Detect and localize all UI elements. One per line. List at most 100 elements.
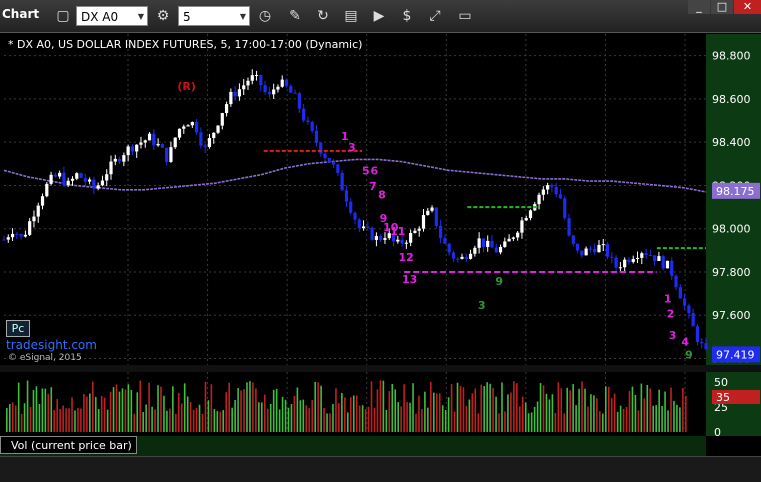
volume-bar xyxy=(17,382,20,432)
volume-bar xyxy=(106,409,109,432)
candle-body xyxy=(430,207,434,211)
candle-body xyxy=(190,122,194,126)
candle-body xyxy=(687,305,691,314)
signal-annotation: 1 xyxy=(664,292,672,305)
volume-bar xyxy=(71,397,73,432)
volume-bar xyxy=(139,380,142,432)
candle-body xyxy=(670,260,674,276)
volume-bar xyxy=(91,381,94,432)
candle-body xyxy=(404,242,408,244)
candle-body xyxy=(70,178,75,181)
volume-bar xyxy=(521,396,524,432)
volume-bar xyxy=(572,384,574,432)
volume-bar xyxy=(127,384,130,432)
y-tick-label: 97.800 xyxy=(712,266,751,279)
volume-bar xyxy=(391,383,394,432)
volume-bar xyxy=(103,397,106,432)
signal-annotation: 9 xyxy=(495,275,503,288)
candle-body xyxy=(224,104,229,114)
volume-bar xyxy=(358,405,361,432)
candle-body xyxy=(558,194,563,199)
volume-bar xyxy=(682,388,684,432)
volume-bar xyxy=(566,387,569,432)
volume-bar xyxy=(616,411,619,432)
candle-body xyxy=(546,185,550,190)
volume-bar xyxy=(237,388,239,432)
candle-body xyxy=(254,75,259,77)
signal-annotation: 11 xyxy=(390,225,405,238)
price-chart[interactable]: 98.80098.60098.40098.20098.00097.80097.6… xyxy=(0,0,761,481)
candle-body xyxy=(284,79,289,87)
candle-body xyxy=(447,243,451,253)
volume-bar xyxy=(661,405,663,432)
pc-label[interactable]: Pc xyxy=(6,320,30,337)
candle-body xyxy=(250,75,254,81)
candle-body xyxy=(648,254,652,256)
candle-body xyxy=(353,212,357,220)
volume-bar xyxy=(379,380,382,432)
candle-body xyxy=(88,179,92,182)
volume-bar xyxy=(246,382,248,432)
candle-body xyxy=(323,153,327,158)
volume-bar xyxy=(539,383,542,432)
volume-bar xyxy=(47,393,50,432)
candle-body xyxy=(263,85,267,93)
candle-body xyxy=(370,227,374,240)
volume-bar xyxy=(192,409,195,432)
volume-bar xyxy=(349,397,352,432)
volume-bar xyxy=(548,399,551,432)
candle-body xyxy=(674,275,678,288)
volume-bar xyxy=(524,402,527,432)
volume-bar xyxy=(673,400,675,432)
volume-bar xyxy=(8,403,11,432)
volume-bar xyxy=(255,388,257,432)
candle-body xyxy=(160,143,164,148)
volume-bar xyxy=(628,390,631,432)
candle-body xyxy=(614,257,618,268)
candle-body xyxy=(173,137,177,148)
volume-bar xyxy=(225,392,228,432)
candle-body xyxy=(314,130,319,143)
volume-bar xyxy=(38,403,41,432)
candle-body xyxy=(498,246,503,253)
candle-body xyxy=(563,198,567,219)
candle-body xyxy=(503,241,507,247)
signal-annotation: 8 xyxy=(378,188,386,201)
candle-body xyxy=(494,247,498,253)
volume-bar xyxy=(468,399,471,432)
candle-body xyxy=(130,146,135,152)
candle-body xyxy=(451,252,456,259)
volume-bar xyxy=(664,391,666,432)
volume-bar xyxy=(596,398,598,432)
volume-tick-label: 0 xyxy=(714,426,721,439)
candle-body xyxy=(490,240,494,248)
volume-bar xyxy=(385,410,388,432)
volume-bar xyxy=(335,388,337,432)
candle-body xyxy=(520,220,524,233)
candle-body xyxy=(605,244,610,257)
candle-body xyxy=(379,236,383,240)
candle-body xyxy=(177,128,182,138)
volume-bar xyxy=(578,388,580,432)
candle-body xyxy=(10,233,15,238)
candle-body xyxy=(96,185,100,189)
candle-body xyxy=(623,259,627,268)
volume-bar xyxy=(607,386,610,432)
candle-body xyxy=(421,215,426,229)
volume-bar xyxy=(157,385,159,432)
volume-bar xyxy=(50,387,53,432)
volume-bar xyxy=(625,407,628,432)
volume-bar xyxy=(169,408,171,432)
volume-bar xyxy=(133,413,136,432)
volume-bar xyxy=(430,382,432,432)
volume-bar xyxy=(394,389,397,432)
volume-bar xyxy=(302,399,305,432)
signal-annotation: 3 xyxy=(669,329,677,342)
volume-bar xyxy=(495,396,497,432)
candle-body xyxy=(53,174,57,177)
volume-bar xyxy=(501,382,503,432)
candle-body xyxy=(331,162,336,165)
pane-divider xyxy=(0,365,761,372)
volume-bar xyxy=(527,413,530,432)
volume-bar xyxy=(352,395,355,432)
